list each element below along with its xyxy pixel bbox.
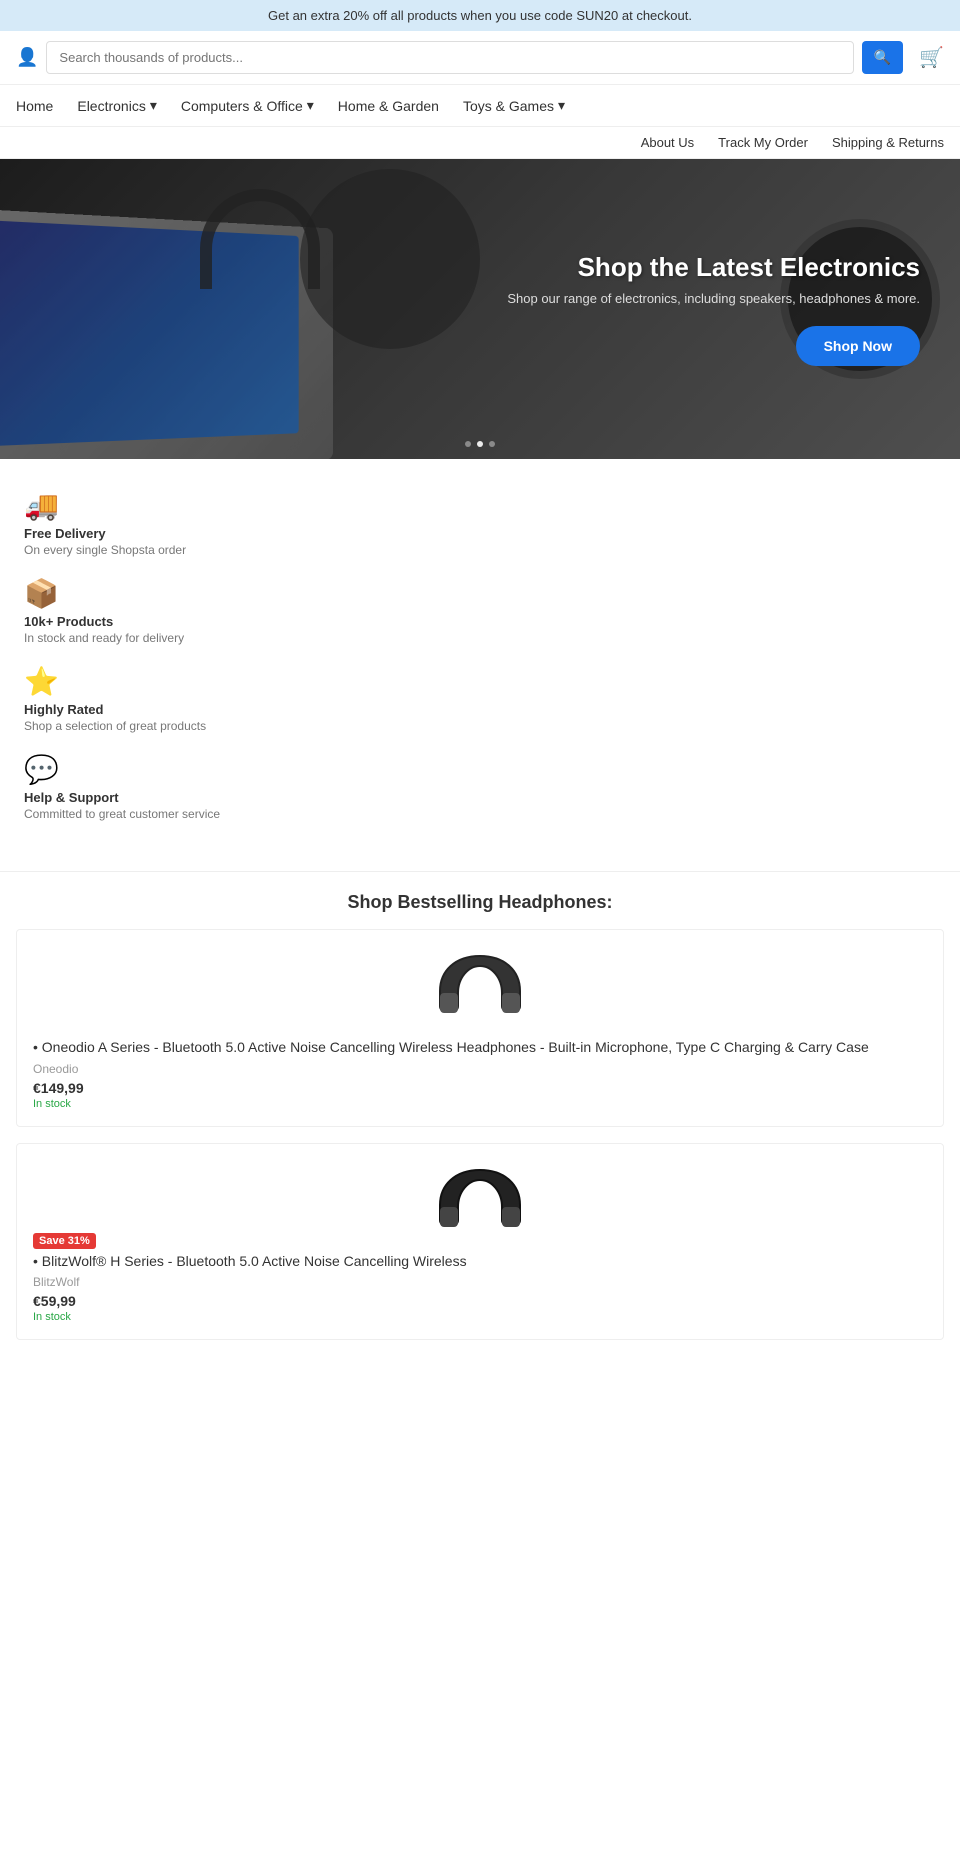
product-brand-2: BlitzWolf — [33, 1275, 927, 1289]
hero-dot-2[interactable] — [477, 441, 483, 447]
product-image-2 — [430, 1160, 530, 1240]
cart-icon[interactable]: 🛒 — [903, 45, 944, 70]
product-card-1[interactable]: Oneodio A Series - Bluetooth 5.0 Active … — [16, 929, 944, 1127]
nav-about-us[interactable]: About Us — [641, 135, 694, 150]
nav-item-electronics[interactable]: Electronics ▾ — [77, 97, 157, 114]
chevron-down-icon: ▾ — [307, 97, 314, 114]
product-image-container-1 — [33, 946, 927, 1026]
product-price-1: €149,99 — [33, 1080, 927, 1096]
search-button[interactable]: 🔍 — [862, 41, 903, 74]
feature-delivery: 🚚 Free Delivery On every single Shopsta … — [24, 489, 936, 557]
star-icon: ⭐ — [24, 665, 936, 698]
nav-track-order[interactable]: Track My Order — [718, 135, 808, 150]
nav-item-home[interactable]: Home — [16, 98, 53, 114]
nav-item-toys[interactable]: Toys & Games ▾ — [463, 97, 565, 114]
product-image-1 — [430, 946, 530, 1026]
hero-dot-3[interactable] — [489, 441, 495, 447]
hero-dots — [465, 441, 495, 447]
features-section: 🚚 Free Delivery On every single Shopsta … — [0, 459, 960, 871]
chevron-down-icon: ▾ — [558, 97, 565, 114]
hero-banner: Shop the Latest Electronics Shop our ran… — [0, 159, 960, 459]
hero-text-block: Shop the Latest Electronics Shop our ran… — [507, 252, 920, 366]
user-icon[interactable]: 👤 — [16, 47, 38, 68]
feature-products-title: 10k+ Products — [24, 614, 936, 629]
nav-item-home-garden[interactable]: Home & Garden — [338, 98, 439, 114]
feature-support-title: Help & Support — [24, 790, 936, 805]
feature-support-desc: Committed to great customer service — [24, 807, 936, 821]
product-list: Oneodio A Series - Bluetooth 5.0 Active … — [0, 929, 960, 1376]
feature-rated: ⭐ Highly Rated Shop a selection of great… — [24, 665, 936, 733]
nav-item-computers[interactable]: Computers & Office ▾ — [181, 97, 314, 114]
feature-products: 📦 10k+ Products In stock and ready for d… — [24, 577, 936, 645]
product-card-2[interactable]: Save 31% BlitzWolf® H Series - Bluetooth… — [16, 1143, 944, 1341]
product-price-2: €59,99 — [33, 1293, 927, 1309]
top-banner: Get an extra 20% off all products when y… — [0, 0, 960, 31]
banner-text: Get an extra 20% off all products when y… — [268, 8, 692, 23]
hero-subtitle: Shop our range of electronics, including… — [507, 291, 920, 306]
feature-products-desc: In stock and ready for delivery — [24, 631, 936, 645]
chevron-down-icon: ▾ — [150, 97, 157, 114]
product-stock-1: In stock — [33, 1098, 927, 1110]
search-input[interactable] — [46, 41, 853, 74]
search-icon: 🔍 — [874, 49, 891, 65]
feature-delivery-desc: On every single Shopsta order — [24, 543, 936, 557]
product-name-2: BlitzWolf® H Series - Bluetooth 5.0 Acti… — [33, 1252, 927, 1272]
nav-shipping[interactable]: Shipping & Returns — [832, 135, 944, 150]
feature-rated-desc: Shop a selection of great products — [24, 719, 936, 733]
secondary-navigation: About Us Track My Order Shipping & Retur… — [0, 127, 960, 159]
hero-shop-now-button[interactable]: Shop Now — [796, 326, 920, 366]
hero-dot-1[interactable] — [465, 441, 471, 447]
product-name-1: Oneodio A Series - Bluetooth 5.0 Active … — [33, 1038, 927, 1058]
hero-title: Shop the Latest Electronics — [507, 252, 920, 283]
product-stock-2: In stock — [33, 1311, 927, 1323]
products-icon: 📦 — [24, 577, 936, 610]
delivery-icon: 🚚 — [24, 489, 936, 522]
product-brand-1: Oneodio — [33, 1062, 927, 1076]
search-bar: 👤 🔍 🛒 — [0, 31, 960, 85]
bestsellers-heading: Shop Bestselling Headphones: — [0, 871, 960, 929]
product-image-container-2 — [33, 1160, 927, 1240]
main-navigation: Home Electronics ▾ Computers & Office ▾ … — [0, 85, 960, 127]
chat-icon: 💬 — [24, 753, 936, 786]
feature-rated-title: Highly Rated — [24, 702, 936, 717]
feature-support: 💬 Help & Support Committed to great cust… — [24, 753, 936, 821]
feature-delivery-title: Free Delivery — [24, 526, 936, 541]
save-badge-2: Save 31% — [33, 1233, 96, 1249]
